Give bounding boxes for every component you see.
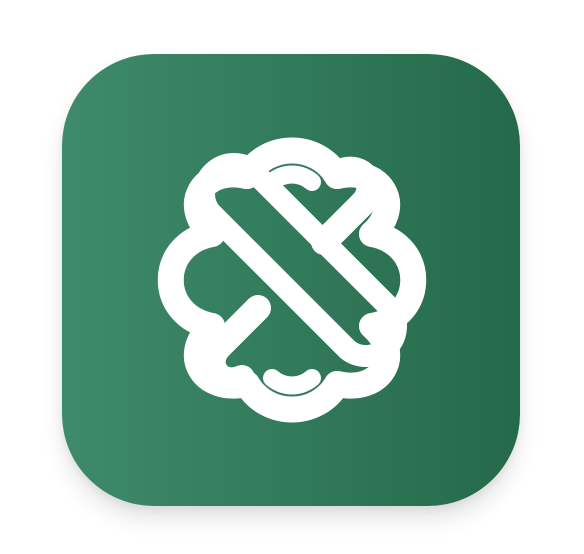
knot-logo-icon (62, 54, 520, 506)
icon-canvas (0, 0, 584, 554)
app-icon-tile[interactable] (62, 54, 520, 506)
